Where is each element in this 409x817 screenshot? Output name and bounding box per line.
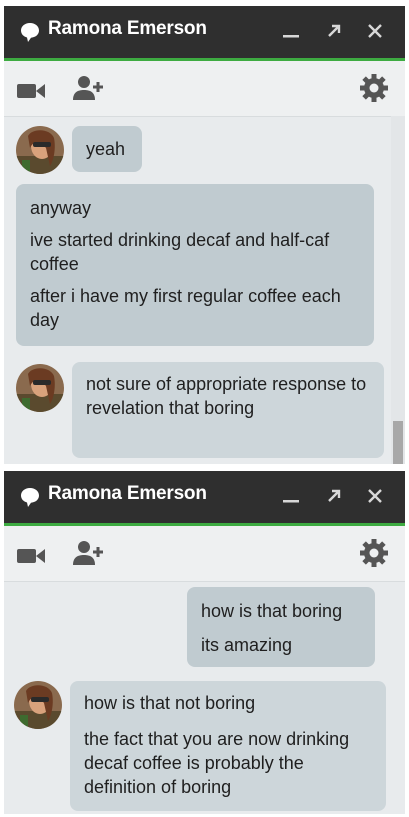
message-list[interactable]: yeah anyway ive started drinking decaf a…: [4, 116, 405, 464]
message-text: the fact that you are now drinking decaf…: [84, 729, 350, 797]
close-icon: [368, 489, 382, 503]
add-person-icon[interactable]: [72, 539, 106, 567]
chat-toolbar: [4, 61, 405, 117]
gear-icon[interactable]: [359, 73, 389, 103]
minimize-button[interactable]: [278, 18, 304, 44]
chat-titlebar[interactable]: Ramona Emerson: [4, 471, 405, 526]
avatar: [16, 126, 64, 174]
scrollbar-thumb[interactable]: [393, 421, 403, 464]
message-list[interactable]: how is that boring its amazing how is th…: [4, 581, 405, 814]
minimize-button[interactable]: [278, 483, 304, 509]
scrollbar[interactable]: [391, 116, 405, 464]
close-icon: [368, 24, 382, 38]
chat-titlebar[interactable]: Ramona Emerson: [4, 6, 405, 61]
minimize-icon: [283, 35, 299, 38]
minimize-icon: [283, 500, 299, 503]
message-text: ive started drinking decaf and half-caf …: [30, 230, 330, 274]
chat-window: Ramona Emerson: [4, 471, 405, 814]
close-button[interactable]: [362, 18, 388, 44]
message-text: not sure of appropriate response to reve…: [86, 374, 367, 418]
video-camera-icon[interactable]: [16, 81, 46, 101]
message-text: its amazing: [201, 635, 293, 655]
chat-bubble-icon: [21, 23, 39, 42]
message-text: anyway: [30, 198, 92, 218]
message-bubble: how is that boring its amazing: [187, 587, 375, 667]
message-text: yeah: [86, 139, 126, 159]
message-bubble: how is that not boring the fact that you…: [70, 681, 386, 811]
avatar: [16, 364, 64, 412]
gear-icon[interactable]: [359, 538, 389, 568]
popout-arrow-icon: [328, 24, 341, 37]
chat-toolbar: [4, 526, 405, 582]
chat-window: Ramona Emerson: [4, 6, 405, 464]
message-text: how is that boring: [201, 601, 343, 621]
message-bubble: yeah: [72, 126, 142, 172]
video-camera-icon[interactable]: [16, 546, 46, 566]
close-button[interactable]: [362, 483, 388, 509]
contact-name: Ramona Emerson: [48, 18, 207, 39]
message-bubble: anyway ive started drinking decaf and ha…: [16, 184, 374, 346]
message-text: how is that not boring: [84, 693, 256, 713]
contact-name: Ramona Emerson: [48, 483, 207, 504]
chat-bubble-icon: [21, 488, 39, 507]
message-bubble: not sure of appropriate response to reve…: [72, 362, 384, 458]
avatar: [14, 681, 62, 729]
message-text: after i have my first regular coffee eac…: [30, 286, 341, 330]
popout-button[interactable]: [321, 483, 347, 509]
add-person-icon[interactable]: [72, 74, 106, 102]
popout-arrow-icon: [328, 489, 341, 502]
popout-button[interactable]: [321, 18, 347, 44]
